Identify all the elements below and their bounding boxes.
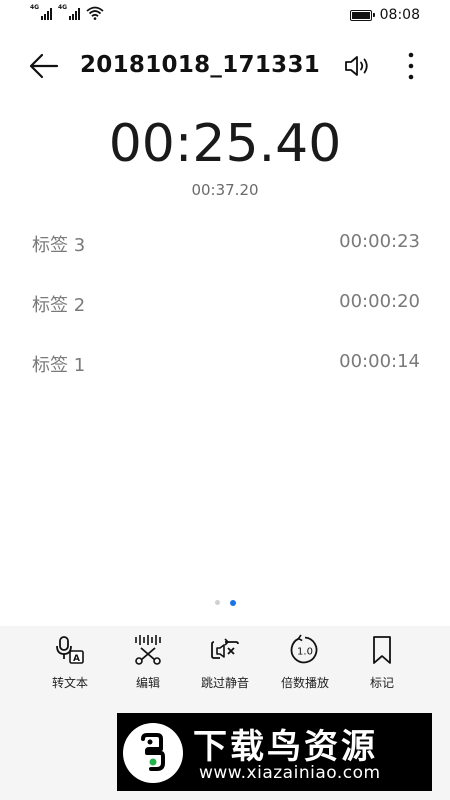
svg-text:A: A: [73, 654, 80, 664]
cellular-signal-icon: 4G: [30, 4, 52, 20]
tag-name: 标签 1: [32, 355, 86, 376]
status-right: 08:08: [349, 7, 420, 23]
tag-row[interactable]: 标签 2 00:00:20: [0, 282, 450, 342]
tag-row[interactable]: 标签 1 00:00:14: [0, 342, 450, 402]
watermark-title: 下载鸟资源: [193, 727, 378, 767]
status-bar: 4G 4G 08:08: [0, 0, 450, 32]
tag-row[interactable]: 标签 3 00:00:23: [0, 222, 450, 282]
tag-time: 00:00:14: [339, 351, 420, 372]
tag-time: 00:00:20: [339, 291, 420, 312]
page-indicator: [0, 599, 450, 606]
bookmark-label: 标记: [369, 676, 394, 690]
status-left: 4G 4G: [30, 4, 104, 20]
current-playback-time: 00:25.40: [108, 114, 342, 174]
playback-speed-icon: 1.0: [290, 634, 318, 664]
tag-list: 标签 3 00:00:23 标签 2 00:00:20 标签 1 00:00:1…: [0, 222, 450, 402]
skip-silence-label: 跳过静音: [200, 676, 249, 690]
svg-text:1.0: 1.0: [297, 647, 313, 658]
app-header: 20181018_171331: [0, 42, 450, 92]
watermark-banner: 下载鸟资源 www.xiazainiao.com: [117, 713, 432, 791]
edit-button[interactable]: 编辑: [113, 634, 183, 691]
playback-speed-button[interactable]: 1.0 倍数播放: [270, 634, 340, 691]
tag-name: 标签 2: [32, 295, 86, 316]
watermark-logo: [123, 723, 183, 783]
skip-silence-icon: [211, 638, 239, 659]
recording-title: 20181018_171331: [80, 52, 321, 78]
bird-logo-icon: [141, 733, 165, 771]
network-type-label-2: 4G: [58, 4, 68, 11]
battery-icon: [349, 9, 375, 21]
page-dot[interactable]: [214, 600, 220, 605]
scissors-icon: [135, 635, 161, 665]
watermark-url: www.xiazainiao.com: [199, 763, 381, 783]
page-dot-active[interactable]: [229, 599, 236, 606]
speech-to-text-label: 转文本: [51, 676, 88, 690]
speech-to-text-button[interactable]: A 转文本: [35, 634, 105, 691]
tag-name: 标签 3: [32, 235, 86, 256]
total-duration: 00:37.20: [191, 181, 259, 199]
tag-time: 00:00:23: [339, 231, 420, 252]
edit-label: 编辑: [135, 676, 160, 690]
more-options-icon[interactable]: [402, 50, 420, 82]
network-type-label: 4G: [30, 4, 40, 11]
status-time: 08:08: [379, 7, 420, 23]
wifi-icon: [86, 6, 104, 20]
cellular-signal-icon-2: 4G: [58, 4, 80, 20]
back-arrow-icon[interactable]: [28, 52, 60, 80]
playback-speed-label: 倍数播放: [280, 676, 329, 690]
skip-silence-button[interactable]: 跳过静音: [190, 634, 260, 691]
bookmark-button[interactable]: 标记: [347, 634, 417, 691]
bookmark-icon: [373, 636, 391, 664]
speech-to-text-icon: A: [56, 636, 84, 664]
speaker-icon[interactable]: [343, 53, 375, 79]
